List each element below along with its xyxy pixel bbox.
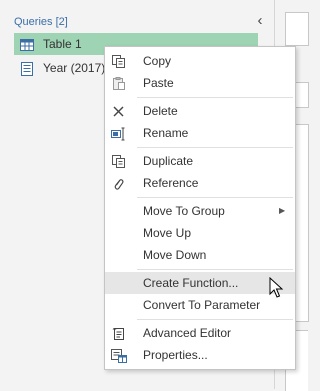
menu-item-create-function[interactable]: Create Function... xyxy=(105,272,295,294)
menu-item-move-up[interactable]: Move Up xyxy=(105,222,295,244)
query-item-label: Table 1 xyxy=(43,37,82,51)
collapse-pane-button[interactable]: ‹ xyxy=(253,13,267,29)
menu-item-label: Create Function... xyxy=(143,276,239,290)
advanced-editor-icon xyxy=(111,326,127,340)
menu-item-label: Delete xyxy=(143,104,178,118)
menu-item-label: Move Up xyxy=(143,226,192,240)
formula-bar-edge[interactable] xyxy=(285,12,309,46)
menu-separator xyxy=(137,147,293,148)
menu-item-label: Duplicate xyxy=(143,154,194,168)
properties-icon xyxy=(111,348,127,363)
context-menu: Copy Paste Delete Rename Duplicate Refer… xyxy=(104,46,296,370)
menu-item-convert-to-parameter[interactable]: Convert To Parameter xyxy=(105,294,295,316)
submenu-arrow-icon: ▶ xyxy=(279,206,286,215)
menu-item-label: Move Down xyxy=(143,248,207,262)
menu-item-label: Move To Group xyxy=(143,204,225,218)
menu-item-advanced-editor[interactable]: Advanced Editor xyxy=(105,322,295,344)
menu-item-rename[interactable]: Rename xyxy=(105,122,295,144)
mouse-cursor-icon xyxy=(269,276,285,299)
delete-icon xyxy=(111,104,127,118)
menu-item-paste[interactable]: Paste xyxy=(105,72,295,94)
menu-separator xyxy=(137,97,293,98)
menu-item-label: Copy xyxy=(143,54,172,68)
menu-item-label: Properties... xyxy=(143,348,208,362)
menu-item-label: Rename xyxy=(143,126,189,140)
menu-item-label: Convert To Parameter xyxy=(143,298,261,312)
reference-icon xyxy=(111,176,127,190)
query-item-label: Year (2017) xyxy=(43,61,106,75)
menu-item-label: Reference xyxy=(143,176,199,190)
menu-item-move-to-group[interactable]: Move To Group ▶ xyxy=(105,200,295,222)
menu-item-label: Paste xyxy=(143,76,174,90)
parameter-list-icon xyxy=(20,61,34,76)
menu-item-copy[interactable]: Copy xyxy=(105,50,295,72)
menu-item-delete[interactable]: Delete xyxy=(105,100,295,122)
menu-item-properties[interactable]: Properties... xyxy=(105,344,295,366)
rename-icon xyxy=(111,126,127,141)
menu-item-duplicate[interactable]: Duplicate xyxy=(105,150,295,172)
duplicate-icon xyxy=(111,154,127,168)
queries-header: Queries [2] xyxy=(14,16,68,28)
menu-item-label: Advanced Editor xyxy=(143,326,232,340)
menu-separator xyxy=(137,319,293,320)
menu-item-reference[interactable]: Reference xyxy=(105,172,295,194)
paste-icon xyxy=(111,76,127,90)
menu-separator xyxy=(137,197,293,198)
copy-icon xyxy=(111,54,127,68)
table-icon xyxy=(20,37,34,51)
menu-separator xyxy=(137,269,293,270)
menu-item-move-down[interactable]: Move Down xyxy=(105,244,295,266)
